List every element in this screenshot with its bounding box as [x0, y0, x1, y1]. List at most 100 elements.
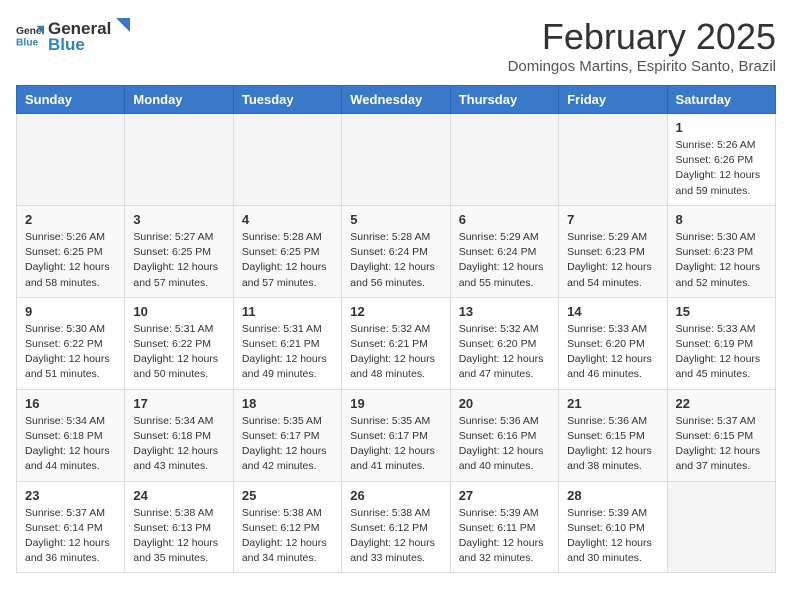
day-number: 24	[133, 488, 224, 503]
calendar-week-row: 1 Sunrise: 5:26 AM Sunset: 6:26 PM Daylig…	[17, 114, 776, 206]
calendar-cell	[125, 114, 233, 206]
day-number: 28	[567, 488, 658, 503]
calendar-cell: 15 Sunrise: 5:33 AM Sunset: 6:19 PM Dayli…	[667, 297, 775, 389]
calendar-cell	[450, 114, 558, 206]
calendar-cell: 17 Sunrise: 5:34 AM Sunset: 6:18 PM Dayli…	[125, 389, 233, 481]
calendar-cell: 28 Sunrise: 5:39 AM Sunset: 6:10 PM Dayli…	[559, 481, 667, 573]
calendar-header-friday: Friday	[559, 86, 667, 114]
calendar-cell	[17, 114, 125, 206]
day-info: Sunrise: 5:26 AM Sunset: 6:25 PM Dayligh…	[25, 230, 116, 291]
day-number: 3	[133, 212, 224, 227]
calendar-header-saturday: Saturday	[667, 86, 775, 114]
calendar-week-row: 16 Sunrise: 5:34 AM Sunset: 6:18 PM Dayli…	[17, 389, 776, 481]
calendar-week-row: 2 Sunrise: 5:26 AM Sunset: 6:25 PM Daylig…	[17, 205, 776, 297]
calendar-cell	[559, 114, 667, 206]
calendar-header-tuesday: Tuesday	[233, 86, 341, 114]
day-number: 5	[350, 212, 441, 227]
calendar-cell: 21 Sunrise: 5:36 AM Sunset: 6:15 PM Dayli…	[559, 389, 667, 481]
day-info: Sunrise: 5:35 AM Sunset: 6:17 PM Dayligh…	[242, 414, 333, 475]
day-info: Sunrise: 5:32 AM Sunset: 6:20 PM Dayligh…	[459, 322, 550, 383]
calendar-cell: 24 Sunrise: 5:38 AM Sunset: 6:13 PM Dayli…	[125, 481, 233, 573]
calendar-cell: 10 Sunrise: 5:31 AM Sunset: 6:22 PM Dayli…	[125, 297, 233, 389]
logo-triangle-icon	[112, 16, 130, 34]
calendar-week-row: 9 Sunrise: 5:30 AM Sunset: 6:22 PM Daylig…	[17, 297, 776, 389]
calendar-cell: 3 Sunrise: 5:27 AM Sunset: 6:25 PM Daylig…	[125, 205, 233, 297]
day-info: Sunrise: 5:39 AM Sunset: 6:10 PM Dayligh…	[567, 506, 658, 567]
day-info: Sunrise: 5:36 AM Sunset: 6:15 PM Dayligh…	[567, 414, 658, 475]
day-number: 15	[676, 304, 767, 319]
calendar-cell: 14Sunrise: 5:33 AM Sunset: 6:20 PM Dayli…	[559, 297, 667, 389]
calendar-cell: 12 Sunrise: 5:32 AM Sunset: 6:21 PM Dayli…	[342, 297, 450, 389]
calendar-cell: 6Sunrise: 5:29 AM Sunset: 6:24 PM Daylig…	[450, 205, 558, 297]
calendar-header-wednesday: Wednesday	[342, 86, 450, 114]
day-number: 17	[133, 396, 224, 411]
day-info: Sunrise: 5:31 AM Sunset: 6:21 PM Dayligh…	[242, 322, 333, 383]
day-info: Sunrise: 5:37 AM Sunset: 6:14 PM Dayligh…	[25, 506, 116, 567]
day-number: 23	[25, 488, 116, 503]
day-info: Sunrise: 5:38 AM Sunset: 6:12 PM Dayligh…	[350, 506, 441, 567]
day-number: 2	[25, 212, 116, 227]
calendar-cell: 19 Sunrise: 5:35 AM Sunset: 6:17 PM Dayli…	[342, 389, 450, 481]
day-number: 11	[242, 304, 333, 319]
calendar-cell	[667, 481, 775, 573]
day-number: 9	[25, 304, 116, 319]
calendar-cell	[233, 114, 341, 206]
day-info: Sunrise: 5:28 AM Sunset: 6:25 PM Dayligh…	[242, 230, 333, 291]
day-number: 13	[459, 304, 550, 319]
calendar-cell: 23 Sunrise: 5:37 AM Sunset: 6:14 PM Dayli…	[17, 481, 125, 573]
title-block: February 2025 Domingos Martins, Espirito…	[508, 16, 776, 75]
day-info: Sunrise: 5:36 AM Sunset: 6:16 PM Dayligh…	[459, 414, 550, 475]
day-info: Sunrise: 5:26 AM Sunset: 6:26 PM Dayligh…	[676, 138, 767, 199]
day-info: Sunrise: 5:30 AM Sunset: 6:22 PM Dayligh…	[25, 322, 116, 383]
day-number: 27	[459, 488, 550, 503]
day-info: Sunrise: 5:29 AM Sunset: 6:23 PM Dayligh…	[567, 230, 658, 291]
logo-icon: General Blue	[16, 22, 44, 50]
calendar-cell: 2 Sunrise: 5:26 AM Sunset: 6:25 PM Daylig…	[17, 205, 125, 297]
calendar-cell: 4 Sunrise: 5:28 AM Sunset: 6:25 PM Daylig…	[233, 205, 341, 297]
day-info: Sunrise: 5:37 AM Sunset: 6:15 PM Dayligh…	[676, 414, 767, 475]
day-number: 18	[242, 396, 333, 411]
logo: General Blue General Blue	[16, 16, 131, 55]
day-info: Sunrise: 5:31 AM Sunset: 6:22 PM Dayligh…	[133, 322, 224, 383]
calendar-cell: 16 Sunrise: 5:34 AM Sunset: 6:18 PM Dayli…	[17, 389, 125, 481]
calendar-cell: 8Sunrise: 5:30 AM Sunset: 6:23 PM Daylig…	[667, 205, 775, 297]
calendar-cell: 20 Sunrise: 5:36 AM Sunset: 6:16 PM Dayli…	[450, 389, 558, 481]
svg-text:Blue: Blue	[16, 37, 39, 48]
day-info: Sunrise: 5:28 AM Sunset: 6:24 PM Dayligh…	[350, 230, 441, 291]
calendar-week-row: 23 Sunrise: 5:37 AM Sunset: 6:14 PM Dayli…	[17, 481, 776, 573]
day-number: 1	[676, 120, 767, 135]
calendar-header-sunday: Sunday	[17, 86, 125, 114]
day-number: 26	[350, 488, 441, 503]
day-number: 21	[567, 396, 658, 411]
calendar-cell	[342, 114, 450, 206]
day-number: 19	[350, 396, 441, 411]
calendar-header-thursday: Thursday	[450, 86, 558, 114]
day-info: Sunrise: 5:32 AM Sunset: 6:21 PM Dayligh…	[350, 322, 441, 383]
calendar-header-row: SundayMondayTuesdayWednesdayThursdayFrid…	[17, 86, 776, 114]
calendar-cell: 27 Sunrise: 5:39 AM Sunset: 6:11 PM Dayli…	[450, 481, 558, 573]
calendar-cell: 11 Sunrise: 5:31 AM Sunset: 6:21 PM Dayli…	[233, 297, 341, 389]
calendar-cell: 22 Sunrise: 5:37 AM Sunset: 6:15 PM Dayli…	[667, 389, 775, 481]
day-number: 25	[242, 488, 333, 503]
day-info: Sunrise: 5:33 AM Sunset: 6:19 PM Dayligh…	[676, 322, 767, 383]
page-header: General Blue General Blue February 2025 …	[16, 16, 776, 75]
calendar-cell: 9 Sunrise: 5:30 AM Sunset: 6:22 PM Daylig…	[17, 297, 125, 389]
day-info: Sunrise: 5:38 AM Sunset: 6:13 PM Dayligh…	[133, 506, 224, 567]
day-info: Sunrise: 5:34 AM Sunset: 6:18 PM Dayligh…	[25, 414, 116, 475]
day-number: 10	[133, 304, 224, 319]
day-number: 12	[350, 304, 441, 319]
day-number: 20	[459, 396, 550, 411]
calendar-cell: 25Sunrise: 5:38 AM Sunset: 6:12 PM Dayli…	[233, 481, 341, 573]
calendar-table: SundayMondayTuesdayWednesdayThursdayFrid…	[16, 85, 776, 573]
day-number: 16	[25, 396, 116, 411]
day-info: Sunrise: 5:39 AM Sunset: 6:11 PM Dayligh…	[459, 506, 550, 567]
calendar-cell: 7Sunrise: 5:29 AM Sunset: 6:23 PM Daylig…	[559, 205, 667, 297]
day-number: 22	[676, 396, 767, 411]
calendar-cell: 18 Sunrise: 5:35 AM Sunset: 6:17 PM Dayli…	[233, 389, 341, 481]
day-info: Sunrise: 5:34 AM Sunset: 6:18 PM Dayligh…	[133, 414, 224, 475]
location-subtitle: Domingos Martins, Espirito Santo, Brazil	[508, 58, 776, 75]
day-info: Sunrise: 5:35 AM Sunset: 6:17 PM Dayligh…	[350, 414, 441, 475]
day-number: 4	[242, 212, 333, 227]
day-info: Sunrise: 5:27 AM Sunset: 6:25 PM Dayligh…	[133, 230, 224, 291]
calendar-cell: 26 Sunrise: 5:38 AM Sunset: 6:12 PM Dayli…	[342, 481, 450, 573]
